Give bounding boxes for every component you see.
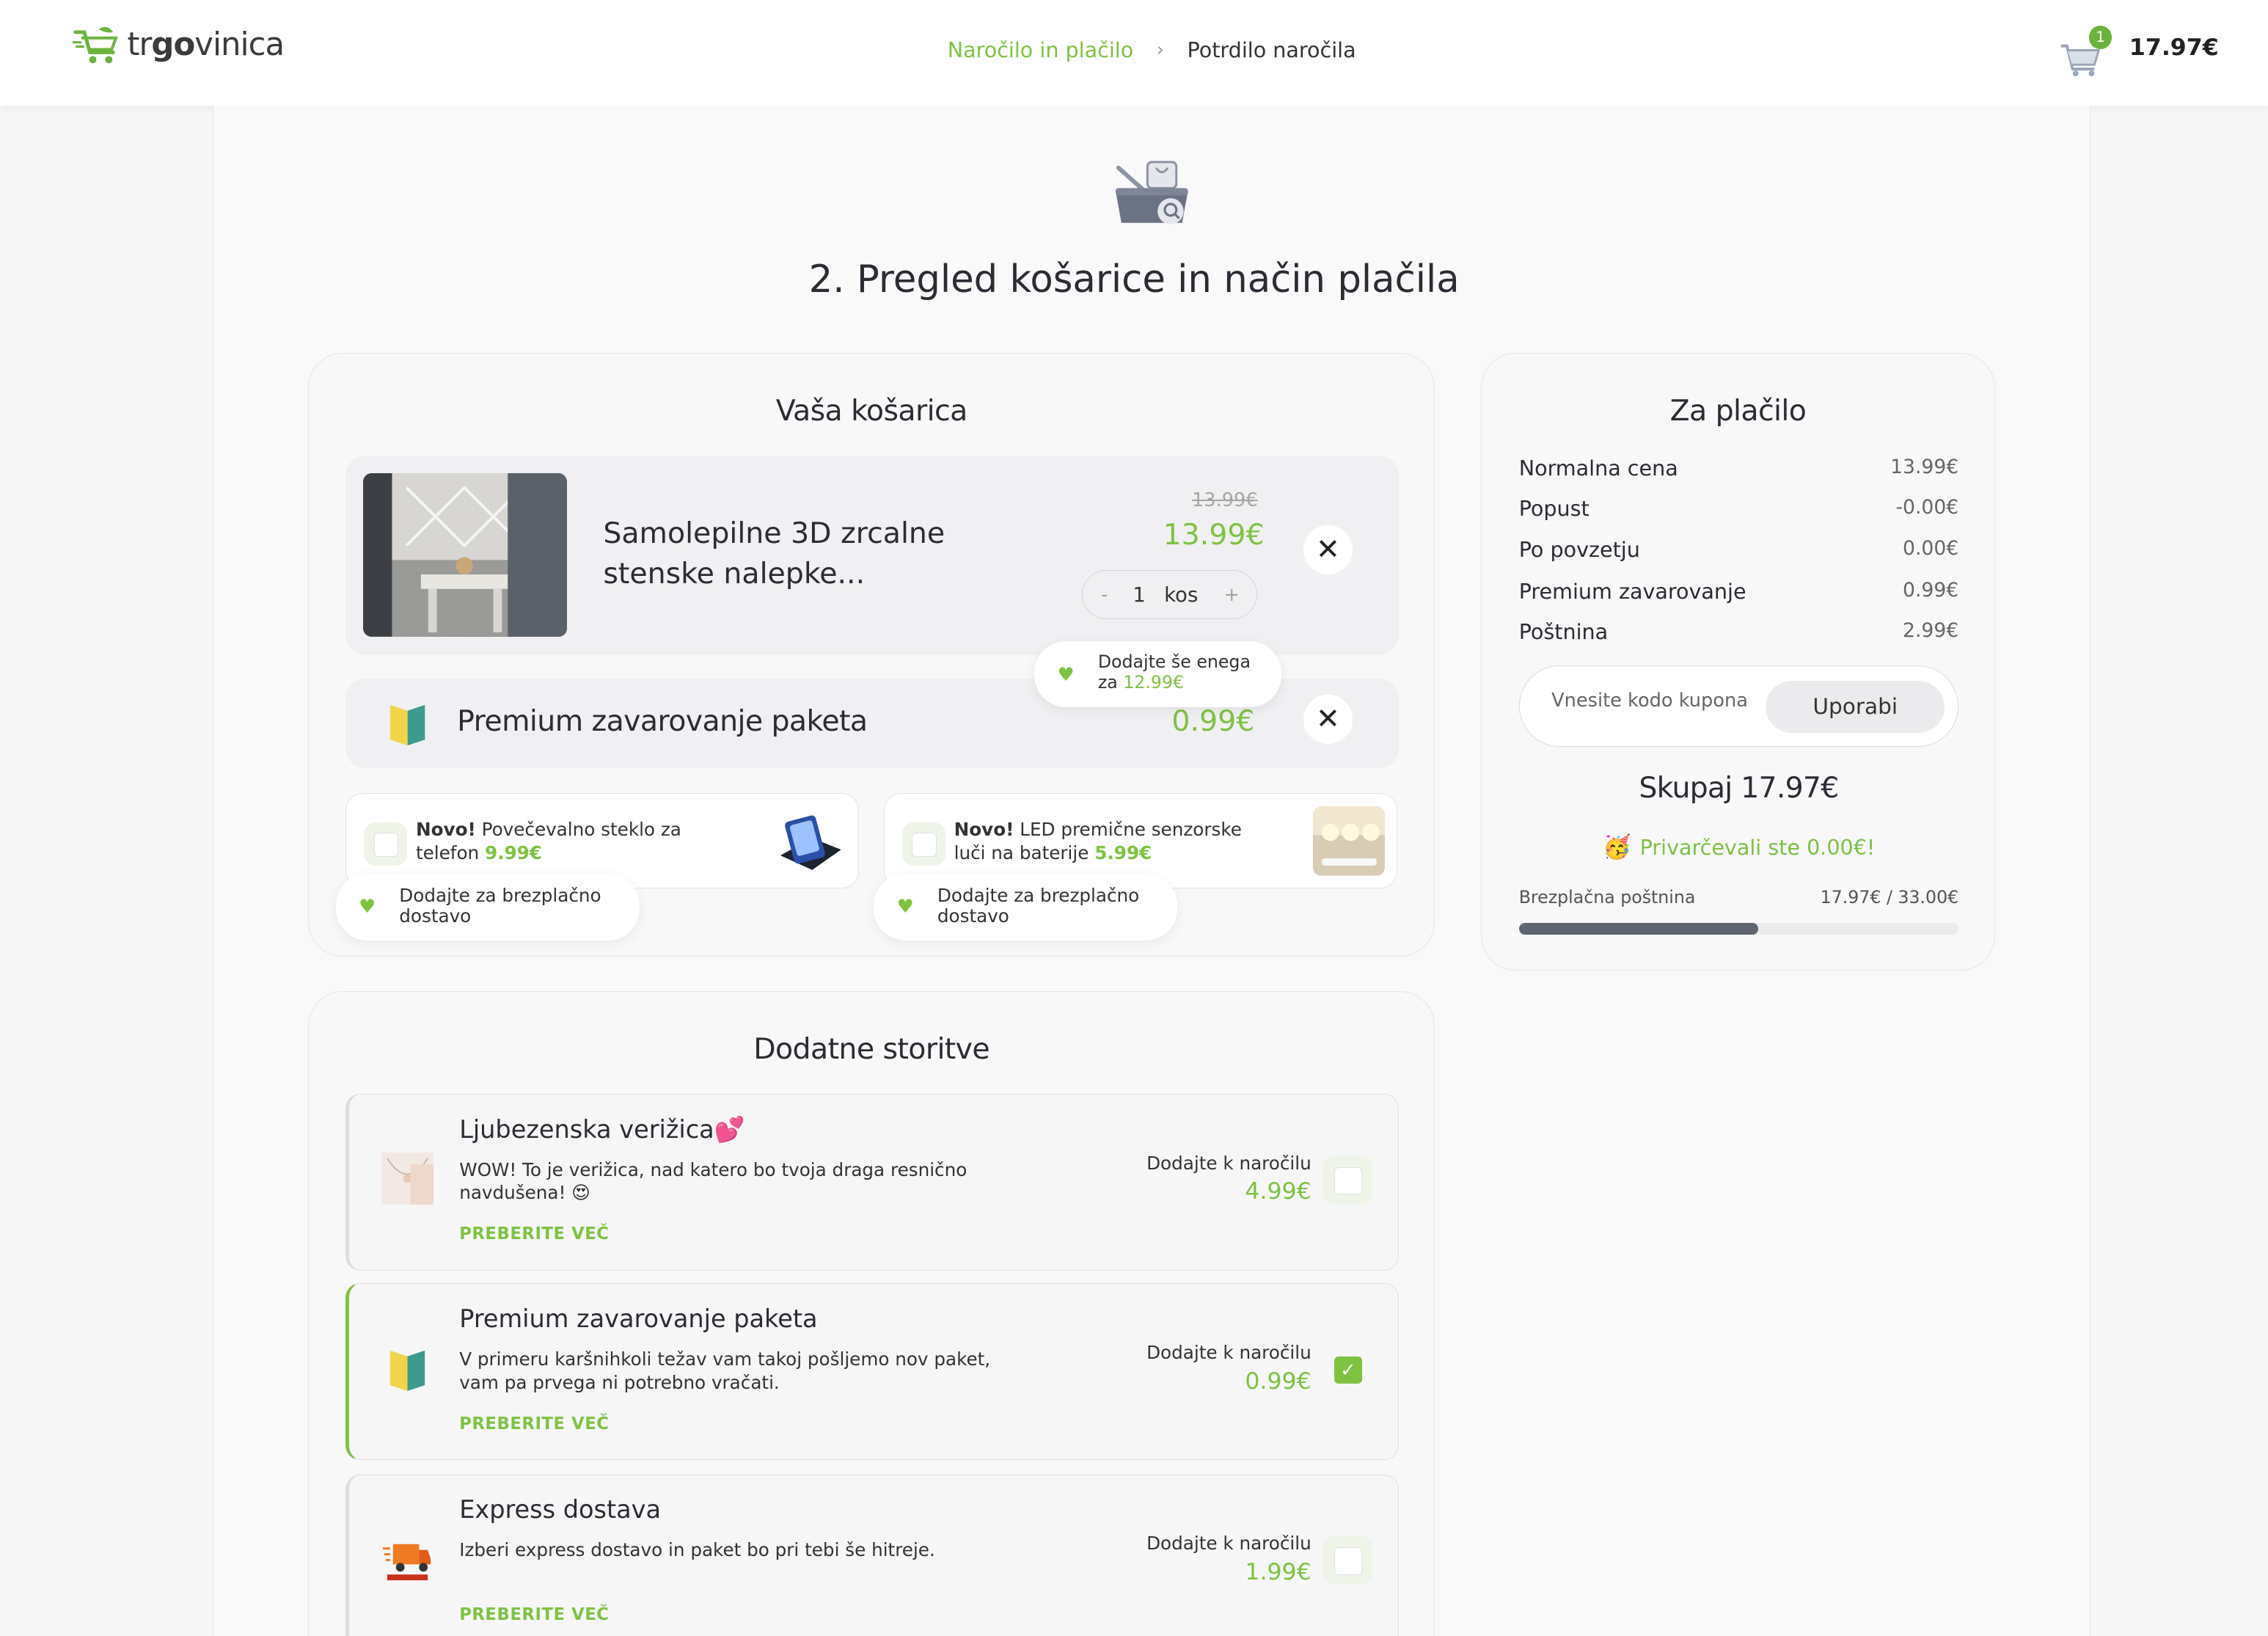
top-header: trgovinica Naročilo in plačilo › Potrdil… [0, 0, 2268, 106]
service-title: Ljubezenska verižica💕 [459, 1114, 745, 1144]
read-more-link[interactable]: PREBERITE VEČ [459, 1605, 609, 1624]
close-icon: ✕ [1315, 533, 1340, 567]
upsell-text: Novo! LED premične senzorske luči na bat… [954, 819, 1242, 863]
order-total: Skupaj 17.97€ [1639, 771, 1839, 806]
savings-text: 🥳 Privarčevali ste 0.00€! [1602, 833, 1876, 861]
add-another-text: Dodajte še enega za 12.99€ [1097, 651, 1251, 693]
coupon-box: Uporabi [1518, 665, 1959, 747]
qty-minus-button[interactable]: - [1083, 584, 1126, 606]
product-old-price: 13.99€ [1192, 489, 1258, 511]
product-name[interactable]: Samolepilne 3D zrcalne stenske nalepke..… [603, 514, 1008, 594]
upsell-checkbox[interactable] [901, 822, 945, 866]
add-to-order-label: Dodajte k naročilu [1146, 1342, 1312, 1364]
qty-value[interactable]: 1 [1126, 583, 1152, 607]
logo-text: trgovinica [127, 26, 285, 64]
logo[interactable]: trgovinica [72, 23, 285, 67]
insurance-shield-icon [390, 704, 425, 745]
service-price: 1.99€ [1245, 1558, 1312, 1585]
add-another-tooltip[interactable]: ♥ Dodajte še enega za 12.99€ [1034, 640, 1282, 708]
summary-line-cod: Po povzetju 0.00€ [1518, 536, 1959, 562]
service-price: 4.99€ [1245, 1178, 1312, 1205]
service-description: V primeru karšnihkoli težav vam takoj po… [459, 1348, 991, 1393]
service-description: WOW! To je verižica, nad katero bo tvoja… [459, 1158, 967, 1204]
summary-title: Za plačilo [1669, 394, 1807, 428]
insurance-name: Premium zavarovanje paketa [457, 704, 868, 739]
insurance-price: 0.99€ [1171, 704, 1255, 739]
service-checkbox[interactable] [1323, 1535, 1372, 1585]
summary-line-shipping: Poštnina 2.99€ [1518, 619, 1959, 645]
qty-unit: kos [1164, 583, 1199, 607]
add-to-order-label: Dodajte k naročilu [1146, 1533, 1312, 1555]
heart-icon: ♥ [1057, 664, 1075, 687]
close-icon: ✕ [1315, 702, 1340, 737]
service-checkbox-checked[interactable]: ✓ [1323, 1345, 1372, 1394]
cart-title: Vaša košarica [775, 394, 968, 428]
necklace-product-image [381, 1152, 434, 1205]
service-love-necklace[interactable]: Ljubezenska verižica💕 WOW! To je verižic… [345, 1093, 1400, 1271]
product-image[interactable] [362, 472, 568, 637]
free-shipping-progress-fill [1518, 923, 1759, 935]
free-shipping-progress-label: Brezplačna poštnina 17.97€ / 33.00€ [1518, 886, 1959, 908]
service-description: Izberi express dostavo in paket bo pri t… [459, 1539, 935, 1561]
heart-icon: ♥ [896, 895, 914, 918]
read-more-link[interactable]: PREBERITE VEČ [459, 1224, 609, 1244]
cart-product-row: Samolepilne 3D zrcalne stenske nalepke..… [345, 456, 1400, 656]
summary-line-normal-price: Normalna cena 13.99€ [1518, 456, 1959, 481]
services-title: Dodatne storitve [753, 1032, 990, 1067]
step-order-payment[interactable]: Naročilo in plačilo [948, 37, 1133, 62]
header-cart[interactable]: 1 [2060, 26, 2112, 84]
step-confirmation: Potrdilo naročila [1187, 37, 1356, 63]
remove-product-button[interactable]: ✕ [1303, 525, 1353, 574]
led-product-image [1312, 806, 1386, 877]
qty-plus-button[interactable]: + [1210, 584, 1254, 606]
upsell-checkbox[interactable] [363, 822, 408, 866]
quantity-stepper: - 1 kos + [1082, 570, 1257, 620]
service-price: 0.99€ [1245, 1367, 1312, 1395]
coupon-input[interactable] [1551, 689, 1755, 712]
summary-line-insurance: Premium zavarovanje 0.99€ [1518, 578, 1959, 604]
express-truck-icon [382, 1544, 431, 1581]
service-title: Express dostava [459, 1495, 662, 1524]
remove-insurance-button[interactable]: ✕ [1303, 694, 1353, 744]
cart-count-badge: 1 [2088, 26, 2112, 50]
service-title: Premium zavarovanje paketa [459, 1304, 818, 1333]
checkmark-icon: ✓ [1340, 1359, 1356, 1381]
basket-search-icon [1115, 161, 1188, 224]
chevron-right-icon: › [1156, 39, 1164, 62]
page-title: 2. Pregled košarice in način plačila [808, 258, 1460, 302]
heart-icon: ♥ [359, 895, 376, 918]
product-price: 13.99€ [1163, 518, 1265, 552]
insurance-shield-icon [389, 1350, 425, 1392]
free-shipping-tip: ♥ Dodajte za brezplačno dostavo [335, 874, 640, 941]
payment-summary-card: Za plačilo [1481, 353, 1995, 971]
party-face-icon: 🥳 [1602, 833, 1631, 861]
read-more-link[interactable]: PREBERITE VEČ [459, 1414, 609, 1434]
cart-logo-icon [72, 26, 118, 63]
summary-line-discount: Popust -0.00€ [1518, 496, 1959, 522]
cart-total: 17.97€ [2129, 34, 2219, 62]
service-checkbox[interactable] [1323, 1155, 1372, 1205]
add-to-order-label: Dodajte k naročilu [1146, 1152, 1312, 1174]
magnifier-product-image [775, 806, 847, 877]
checkout-steps: Naročilo in plačilo › Potrdilo naročila [948, 37, 1356, 62]
free-shipping-progress-bar [1518, 923, 1959, 935]
upsell-text: Novo! Povečevalno steklo za telefon 9.99… [415, 819, 681, 863]
service-express-delivery[interactable]: Express dostava Izberi express dostavo i… [345, 1474, 1400, 1636]
service-premium-insurance[interactable]: Premium zavarovanje paketa V primeru kar… [345, 1283, 1400, 1460]
free-shipping-tip: ♥ Dodajte za brezplačno dostavo [874, 874, 1178, 941]
apply-coupon-button[interactable]: Uporabi [1765, 680, 1945, 733]
